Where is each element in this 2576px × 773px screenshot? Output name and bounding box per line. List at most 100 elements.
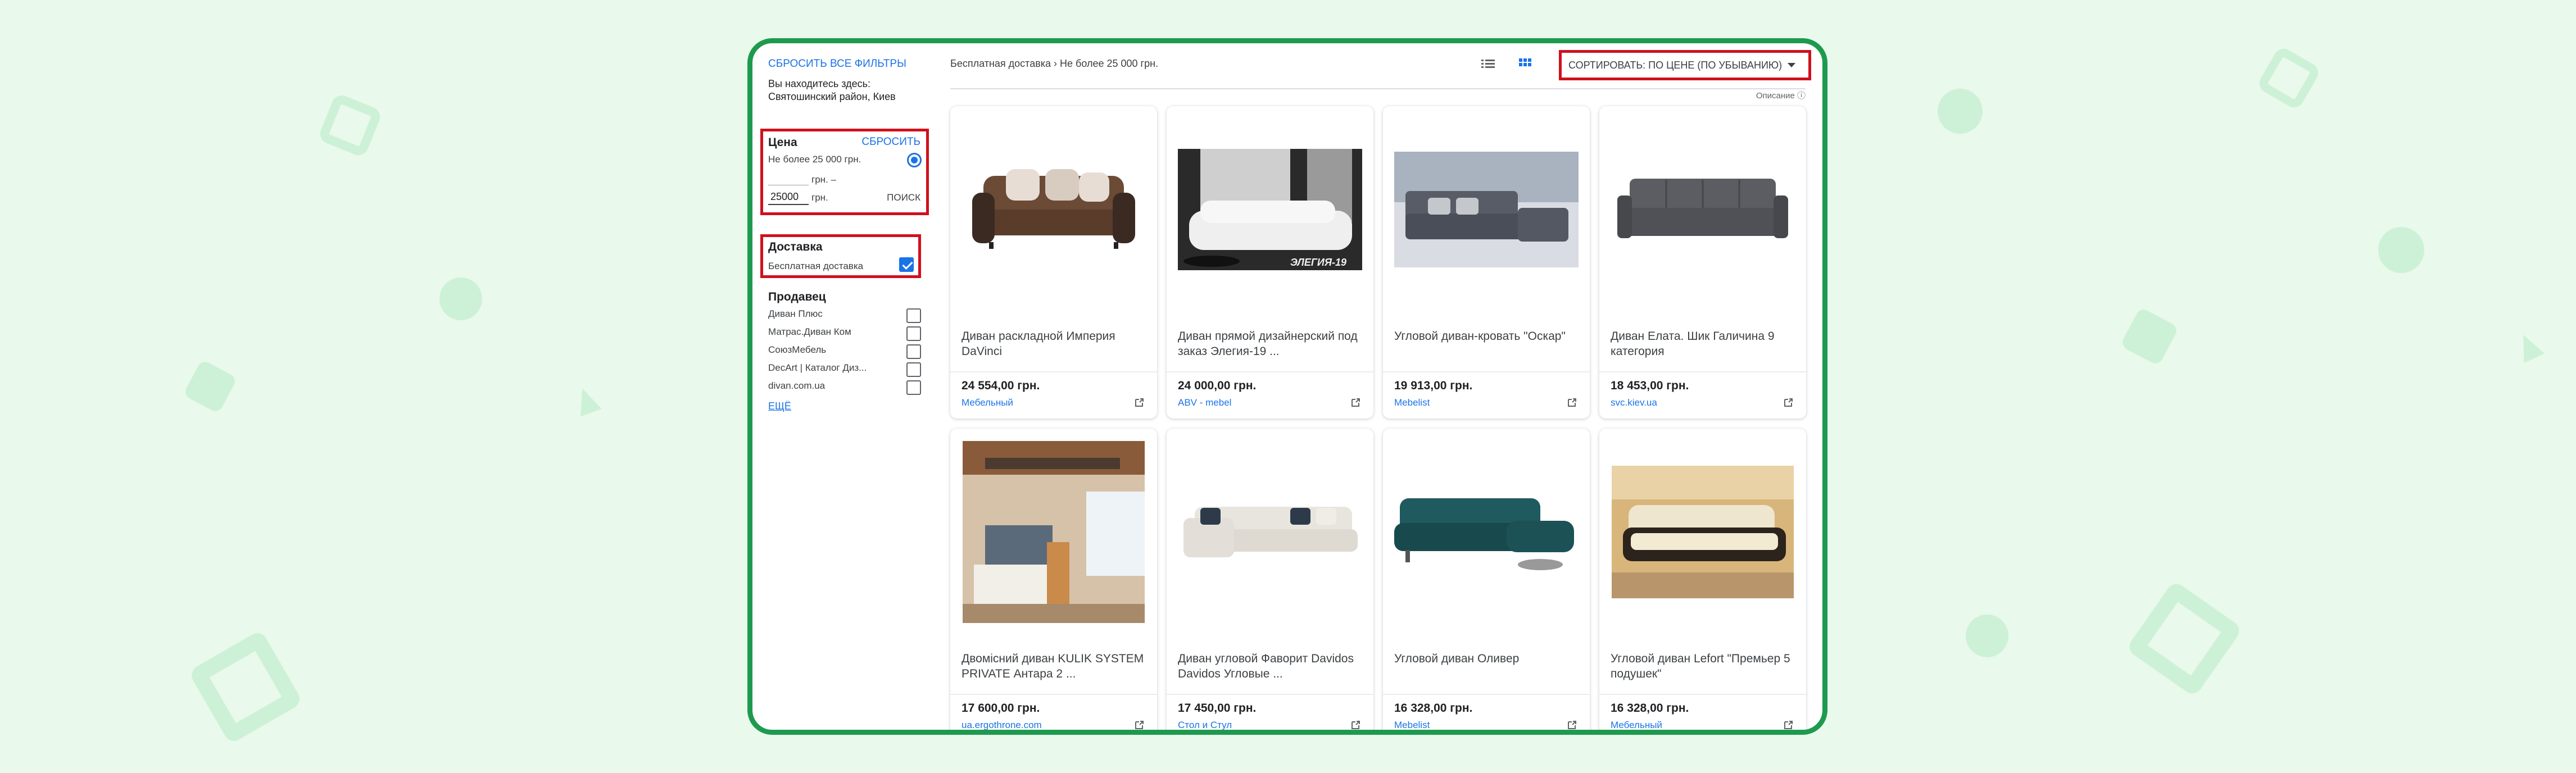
product-image[interactable] [1394,117,1579,302]
seller-filter-title: Продавец [768,290,826,303]
seller-checkbox[interactable] [906,344,921,359]
card-divider [1383,694,1590,695]
decor-square [2125,580,2243,698]
sort-dropdown[interactable]: СОРТИРОВАТЬ: ПО ЦЕНЕ (ПО УБЫВАНИЮ) [1559,50,1811,80]
sort-label: СОРТИРОВАТЬ: ПО ЦЕНЕ (ПО УБЫВАНИЮ) [1568,59,1783,71]
product-price: 24 000,00 грн. [1178,379,1257,392]
product-seller[interactable]: Mebelist [1394,720,1430,730]
location-label: Вы находитесь здесь: [768,78,871,89]
external-link-icon[interactable] [1783,397,1794,408]
card-divider [1599,694,1806,695]
card-divider [1167,694,1373,695]
external-link-icon[interactable] [1133,397,1145,408]
product-seller[interactable]: Мебельный [1611,720,1662,730]
product-card[interactable]: Угловой диван Оливер 16 328,00 грн. Mebe… [1383,429,1590,731]
product-card[interactable]: Двомісний диван KULIK SYSTEM PRIVATE Ант… [950,429,1157,731]
product-seller[interactable]: svc.kiev.ua [1611,397,1657,408]
decor-square [183,359,238,414]
external-link-icon[interactable] [1783,720,1794,731]
product-title[interactable]: Диван раскладной Империя DaVinci [962,329,1146,359]
product-card[interactable]: Угловой диван-кровать "Оскар" 19 913,00 … [1383,106,1590,419]
seller-checkbox[interactable] [906,362,921,377]
card-divider [1599,371,1806,372]
sofa-image [1394,152,1579,267]
product-title[interactable]: Диван угловой Фаворит Davidos Davidos Уг… [1178,651,1362,681]
price-reset-link[interactable]: СБРОСИТЬ [861,136,920,148]
seller-item[interactable]: DecArt | Каталог Диз... [768,362,921,378]
product-card[interactable]: Диван раскладной Империя DaVinci 24 554,… [950,106,1157,419]
product-card[interactable]: Диван угловой Фаворит Davidos Davidos Уг… [1167,429,1373,731]
filter-sidebar: СБРОСИТЬ ВСЕ ФИЛЬТРЫ Вы находитесь здесь… [760,56,954,724]
location-value: Святошинский район, Киев [768,91,896,102]
product-seller[interactable]: Стол и Стул [1178,720,1232,730]
product-card[interactable]: Диван Елата. Шик Галичина 9 категория 18… [1599,106,1806,419]
product-image[interactable] [1178,440,1362,624]
free-delivery-label: Бесплатная доставка [768,261,864,271]
decor-triangle [2513,330,2545,363]
external-link-icon[interactable] [1350,720,1361,731]
price-option-radio[interactable] [907,153,922,167]
product-title[interactable]: Диван прямой дизайнерский под заказ Элег… [1178,329,1362,359]
product-title[interactable]: Угловой диван Оливер [1394,651,1579,666]
product-title[interactable]: Угловой диван-кровать "Оскар" [1394,329,1579,344]
image-caption: ЭЛЕГИЯ-19 [1290,257,1346,268]
product-title[interactable]: Двомісний диван KULIK SYSTEM PRIVATE Ант… [962,651,1146,681]
delivery-filter-title: Доставка [768,240,823,253]
disclaimer-link[interactable]: Описание ⓘ [1756,89,1806,101]
external-link-icon[interactable] [1350,397,1361,408]
toolbar-divider [950,88,1806,89]
card-divider [1383,371,1590,372]
price-from-field[interactable] [768,171,809,185]
seller-item[interactable]: divan.com.ua [768,380,921,396]
product-image[interactable] [1394,440,1579,624]
seller-item[interactable]: СоюзМебель [768,344,921,360]
product-seller[interactable]: Мебельный [962,397,1013,408]
product-title[interactable]: Угловой диван Lefort "Премьер 5 подушек" [1611,651,1795,681]
product-image[interactable] [962,440,1146,624]
delivery-filter: Доставка Бесплатная доставка [760,234,921,278]
seller-item[interactable]: Матрас.Диван Ком [768,326,921,342]
price-from-unit: грн. – [811,174,836,185]
price-search-button[interactable]: ПОИСК [887,192,920,203]
seller-item-label: Матрас.Диван Ком [768,326,851,337]
product-card[interactable]: ЭЛЕГИЯ-19 Диван прямой дизайнерский под … [1167,106,1373,419]
external-link-icon[interactable] [1566,720,1577,731]
seller-item-label: DecArt | Каталог Диз... [768,362,867,373]
decor-circle [1966,615,2008,657]
product-image[interactable] [1611,117,1795,302]
product-price: 18 453,00 грн. [1611,379,1689,392]
product-image[interactable] [962,117,1146,302]
seller-checkbox[interactable] [906,308,921,323]
product-card[interactable]: Угловой диван Lefort "Премьер 5 подушек"… [1599,429,1806,731]
sofa-image [1183,507,1358,557]
list-view-icon[interactable] [1480,56,1496,72]
product-seller[interactable]: ua.ergothrone.com [962,720,1042,730]
product-price: 24 554,00 грн. [962,379,1040,392]
product-image[interactable] [1611,440,1795,624]
seller-checkbox[interactable] [906,326,921,341]
results-area: Бесплатная доставка › Не более 25 000 гр… [950,43,1822,730]
seller-filter: Продавец Диван Плюс Матрас.Диван Ком Сою… [768,290,921,412]
price-filter: Цена СБРОСИТЬ Не более 25 000 грн. грн. … [760,129,929,215]
external-link-icon[interactable] [1133,720,1145,731]
seller-checkbox[interactable] [906,380,921,395]
reset-all-filters-link[interactable]: СБРОСИТЬ ВСЕ ФИЛЬТРЫ [768,58,954,70]
price-to-input[interactable]: 25000 [768,191,809,205]
seller-item[interactable]: Диван Плюс [768,308,921,324]
product-seller[interactable]: ABV - mebel [1178,397,1231,408]
external-link-icon[interactable] [1566,397,1577,408]
card-divider [1167,371,1373,372]
seller-more-link[interactable]: ЕЩЁ [768,401,791,412]
decor-square [2120,307,2179,366]
sofa-image [1617,179,1788,238]
product-price: 16 328,00 грн. [1611,702,1689,715]
decor-circle [2378,227,2424,273]
sofa-image [1612,466,1794,598]
grid-view-icon[interactable] [1517,56,1534,72]
free-delivery-checkbox[interactable] [899,257,914,272]
card-divider [950,694,1157,695]
price-to-unit: грн. [811,192,828,203]
product-title[interactable]: Диван Елата. Шик Галичина 9 категория [1611,329,1795,359]
product-image[interactable]: ЭЛЕГИЯ-19 [1178,117,1362,302]
product-seller[interactable]: Mebelist [1394,397,1430,408]
